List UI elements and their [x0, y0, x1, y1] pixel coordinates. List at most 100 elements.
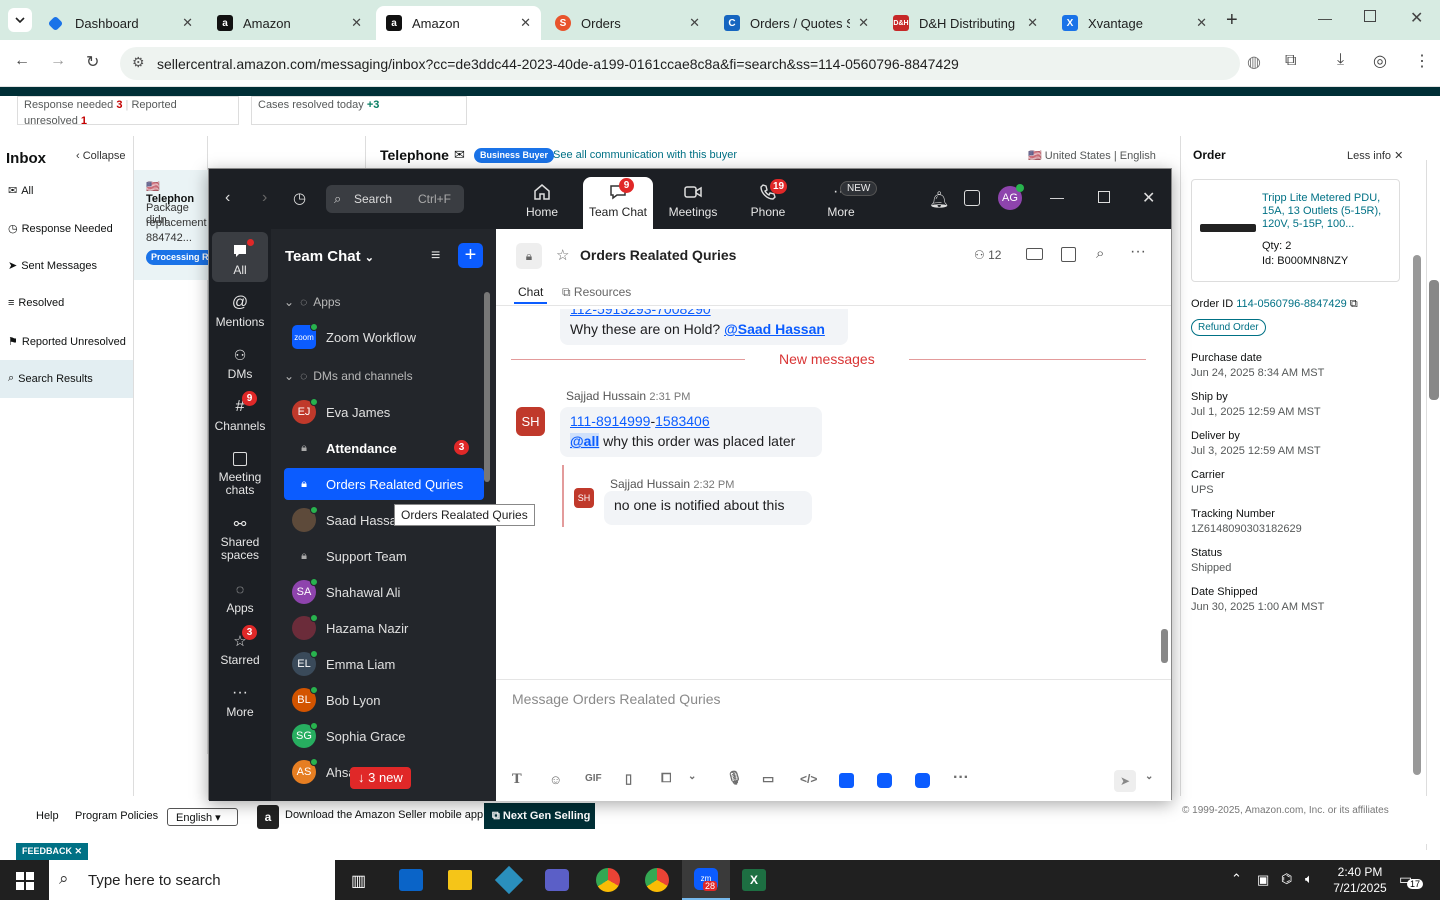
team-chat-dropdown[interactable]: Team Chat ⌄	[285, 248, 374, 265]
volume-icon[interactable]: 🔈︎	[1305, 871, 1313, 887]
nav-home[interactable]: Home	[507, 179, 577, 219]
back-arrow-icon[interactable]: ←	[14, 52, 30, 70]
rail-more[interactable]: ··· More	[209, 681, 271, 719]
next-gen-selling-button[interactable]: ⧉ Next Gen Selling	[484, 803, 595, 829]
close-tab-icon[interactable]: ✕	[1196, 15, 1207, 31]
download-icon[interactable]: ⤓	[1337, 51, 1344, 69]
section-apps[interactable]: ⌄ ◌ Apps	[284, 295, 341, 309]
product-title-link[interactable]: Tripp Lite Metered PDU, 15A, 13 Outlets …	[1262, 192, 1394, 231]
file-icon[interactable]: ▯	[625, 771, 632, 787]
thread-item[interactable]: 🇺🇸 Telephon Package didn replacement 884…	[134, 170, 219, 280]
send-button[interactable]: ➤	[1114, 770, 1136, 792]
url-text[interactable]: sellercentral.amazon.com/messaging/inbox…	[157, 56, 959, 72]
browser-tab-xvantage[interactable]: X Xvantage ✕	[1052, 6, 1217, 40]
rail-channels[interactable]: # Channels 9	[209, 391, 271, 433]
new-tab-button[interactable]: +	[1226, 9, 1238, 32]
profile-icon[interactable]: ◎	[1373, 51, 1387, 71]
nav-team-chat[interactable]: Team Chat 9	[583, 177, 653, 229]
restore-window-icon[interactable]	[1364, 10, 1376, 22]
list-item-emma-liam[interactable]: EL Emma Liam	[284, 648, 484, 680]
sender-avatar[interactable]: SH	[574, 488, 594, 508]
microphone-icon[interactable]: 🎙︎	[726, 770, 743, 786]
teams-icon[interactable]	[545, 869, 569, 891]
list-item-support-team[interactable]: 🔒︎ Support Team	[284, 540, 484, 572]
rail-all[interactable]: All	[209, 239, 271, 277]
metrics-card-resolved[interactable]: Cases resolved today +3	[251, 96, 467, 125]
message-input[interactable]: Message Orders Realated Quries	[512, 691, 721, 707]
chrome-icon[interactable]	[645, 868, 669, 892]
browser-tab-orders[interactable]: S Orders ✕	[545, 6, 710, 40]
browser-tab-dashboard[interactable]: Dashboard ✕	[40, 6, 203, 40]
close-tab-icon[interactable]: ✕	[182, 15, 193, 31]
history-icon[interactable]: ◷	[293, 189, 306, 207]
close-tab-icon[interactable]: ✕	[520, 15, 531, 31]
close-window-icon[interactable]: ✕	[1410, 8, 1423, 28]
back-arrow-icon[interactable]: ‹	[225, 189, 230, 207]
zoom-taskbar-button[interactable]: zm 28	[682, 860, 730, 900]
browser-menu-icon[interactable]: ⋮	[1414, 51, 1430, 71]
calendar-icon[interactable]	[1061, 247, 1076, 262]
reload-icon[interactable]: ↻	[86, 52, 99, 72]
gif-button[interactable]: GIF	[585, 773, 602, 784]
notification-center-icon[interactable]: ▭ 17	[1399, 871, 1424, 889]
rail-apps[interactable]: ◌ Apps	[209, 577, 271, 615]
browser-scrollbar-thumb[interactable]	[1429, 280, 1439, 400]
tab-search-button[interactable]	[8, 8, 32, 32]
rail-meeting-chats[interactable]: Meeting chats	[209, 447, 271, 497]
list-item-zoom-workflow[interactable]: zoom Zoom Workflow	[284, 321, 484, 353]
nav-more[interactable]: ··· More NEW	[806, 179, 878, 219]
emoji-icon[interactable]: ☺	[549, 772, 562, 787]
sender-avatar[interactable]: SH	[516, 407, 545, 436]
calendar-icon[interactable]	[964, 190, 980, 206]
order-link[interactable]: 112-5913293-7008290	[570, 309, 838, 319]
new-messages-pill[interactable]: ↓ 3 new	[350, 767, 411, 789]
translate-icon[interactable]: ◍	[1247, 52, 1261, 72]
list-item-hazama-nazir[interactable]: Hazama Nazir	[284, 612, 484, 644]
app-icon[interactable]	[494, 865, 524, 895]
forward-arrow-icon[interactable]: ›	[262, 189, 267, 207]
forward-arrow-icon[interactable]: →	[50, 52, 66, 70]
order-link[interactable]: 111-8914999	[570, 413, 650, 429]
outlook-icon[interactable]	[399, 869, 423, 891]
less-info-button[interactable]: Less info ✕	[1347, 149, 1403, 162]
code-snippet-icon[interactable]: </>	[800, 772, 817, 786]
app-shortcut-icon[interactable]	[877, 773, 892, 788]
taskbar-search[interactable]: ⌕ Type here to search	[49, 860, 335, 900]
excel-icon[interactable]: X	[742, 869, 766, 891]
video-message-icon[interactable]: ▭	[762, 771, 774, 787]
zoom-close-icon[interactable]: ✕	[1142, 188, 1155, 208]
tab-chat[interactable]: Chat	[518, 285, 543, 299]
sidebar-item-reported-unresolved[interactable]: ⚑ Reported Unresolved	[8, 335, 126, 349]
zoom-minimize-icon[interactable]: —	[1050, 189, 1064, 205]
chrome-icon[interactable]	[596, 868, 620, 892]
channel-title[interactable]: Orders Realated Quries	[580, 247, 736, 263]
network-icon[interactable]: ⌬	[1281, 871, 1292, 887]
list-item-shahawal-ali[interactable]: SA Shahawal Ali	[284, 576, 484, 608]
rail-starred[interactable]: ☆ Starred 3	[209, 625, 271, 667]
chevron-down-icon[interactable]: ⌄	[1145, 771, 1153, 782]
system-clock[interactable]: 2:40 PM 7/21/2025	[1330, 864, 1390, 896]
close-tab-icon[interactable]: ✕	[858, 15, 869, 31]
user-avatar[interactable]: AG	[998, 184, 1024, 210]
program-policies-link[interactable]: Program Policies	[75, 810, 158, 822]
browser-tab-amazon-active[interactable]: a Amazon ✕	[376, 6, 541, 40]
screenshot-icon[interactable]: ⧠	[661, 770, 671, 786]
copy-icon[interactable]: ⧉	[1350, 298, 1358, 310]
list-item-orders-realated-quries[interactable]: 🔒︎ Orders Realated Quries	[284, 468, 484, 500]
browser-tab-dh-distributing[interactable]: D&H D&H Distributing ✕	[883, 6, 1048, 40]
rail-shared-spaces[interactable]: ⚯ Shared spaces	[209, 512, 271, 562]
star-icon[interactable]: ☆	[556, 246, 569, 264]
help-link[interactable]: Help	[36, 810, 59, 822]
refund-order-button[interactable]: Refund Order	[1191, 319, 1266, 336]
app-shortcut-icon[interactable]	[915, 773, 930, 788]
zoom-maximize-icon[interactable]	[1098, 191, 1110, 203]
close-tab-icon[interactable]: ✕	[1027, 15, 1038, 31]
text-format-icon[interactable]: T	[512, 772, 522, 787]
nav-meetings[interactable]: Meetings	[658, 179, 728, 219]
file-explorer-icon[interactable]	[448, 870, 472, 890]
zoom-search-box[interactable]: ⌕ Search Ctrl+F	[326, 185, 464, 213]
list-item-sophia-grace[interactable]: SG Sophia Grace	[284, 720, 484, 752]
minimize-window-icon[interactable]: —	[1318, 10, 1332, 26]
sidebar-item-search-results[interactable]: ⌕ Search Results	[0, 360, 133, 398]
language-select[interactable]: English ▾	[167, 808, 238, 826]
